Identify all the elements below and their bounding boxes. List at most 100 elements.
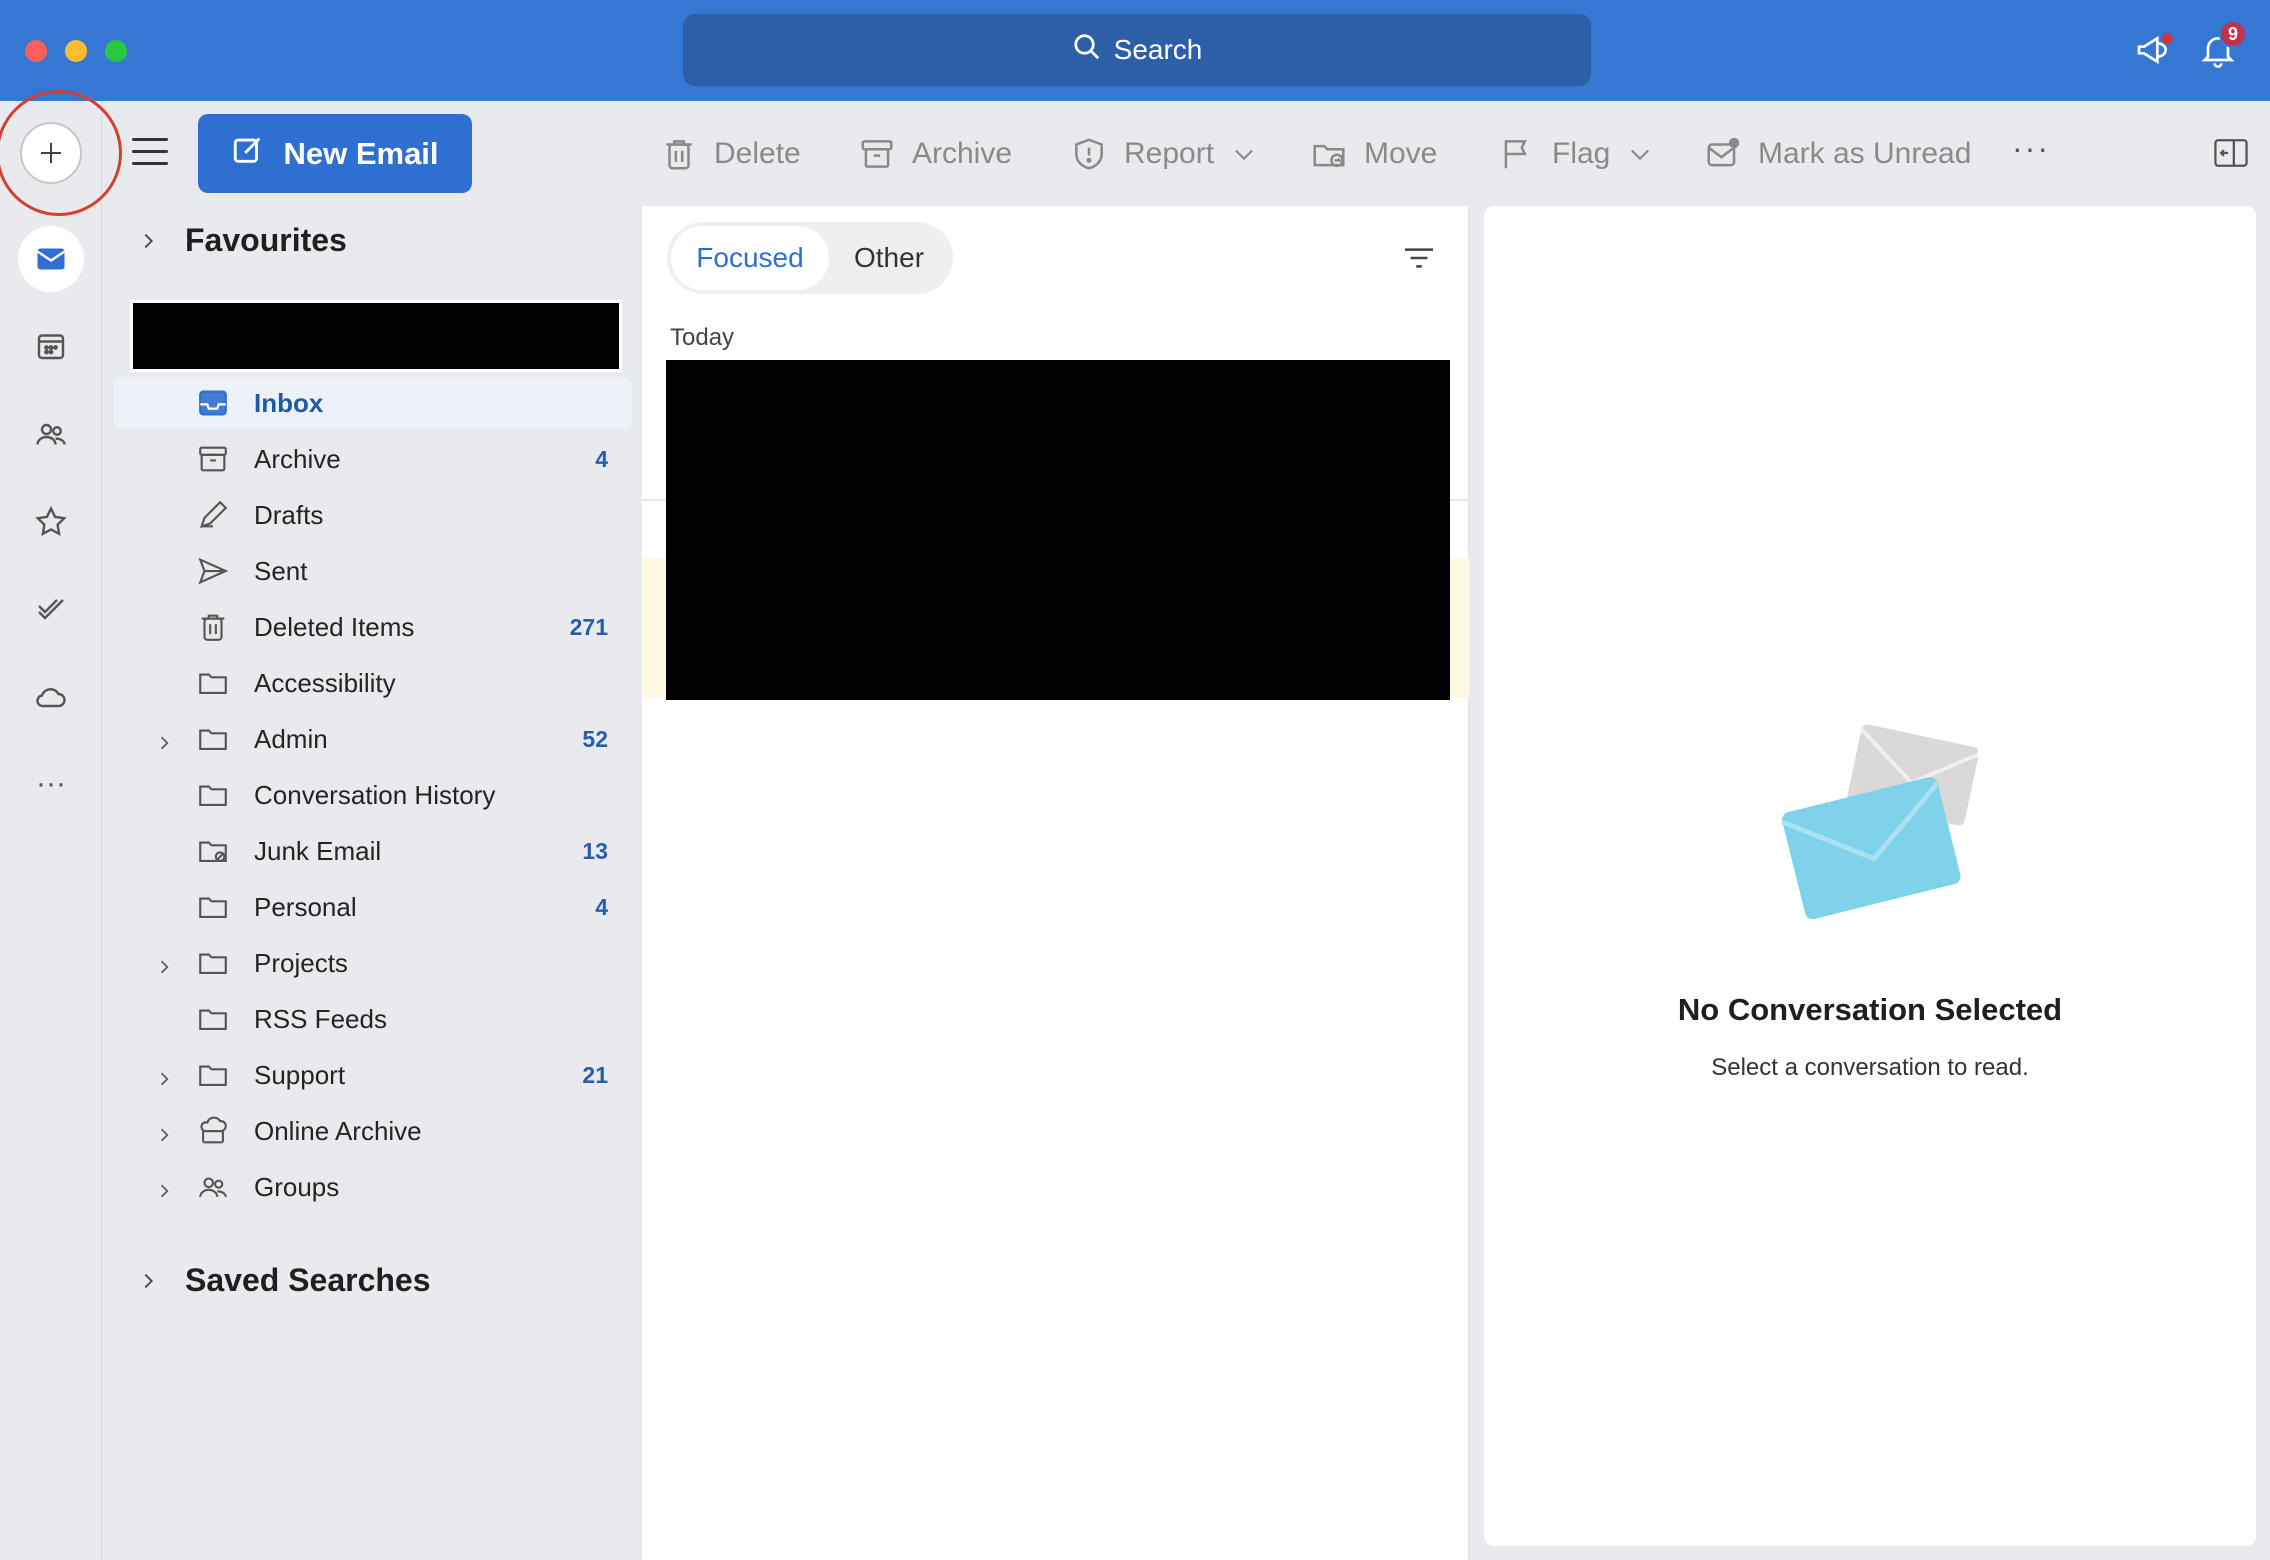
add-button[interactable] — [20, 122, 82, 184]
folder-item[interactable]: Deleted Items 271 — [114, 601, 632, 653]
unread-count: 21 — [582, 1061, 608, 1088]
tasks-icon[interactable] — [18, 576, 84, 642]
app-rail: ··· — [0, 90, 122, 1560]
unread-count: 13 — [582, 837, 608, 864]
people-icon[interactable] — [18, 401, 84, 467]
saved-searches-label: Saved Searches — [185, 1262, 431, 1298]
search-box[interactable]: Search — [683, 14, 1591, 86]
message-list: Focused Other Today — [642, 206, 1469, 1560]
folder-name: Accessibility — [254, 667, 396, 698]
folder-name: Archive — [254, 443, 341, 474]
report-button[interactable]: Report — [1070, 128, 1258, 180]
folder-item[interactable]: Drafts — [114, 489, 632, 541]
chevron-right-icon[interactable] — [154, 1121, 174, 1142]
archive-icon — [861, 140, 893, 168]
compose-icon — [231, 133, 265, 175]
folder-name: Inbox — [254, 387, 324, 418]
filter-icon[interactable] — [1402, 244, 1436, 272]
chevron-down-icon — [1631, 149, 1650, 161]
calendar-icon[interactable] — [18, 313, 84, 379]
favourites-header[interactable]: Favourites — [137, 222, 347, 259]
send-icon — [196, 554, 230, 588]
folder-item[interactable]: RSS Feeds — [114, 993, 632, 1045]
archive-button[interactable]: Archive — [858, 128, 1012, 180]
folder-name: Support — [254, 1059, 346, 1090]
folder-name: RSS Feeds — [254, 1003, 387, 1034]
folder-icon — [196, 722, 230, 756]
delete-button[interactable]: Delete — [660, 128, 801, 180]
inbox-icon — [196, 386, 230, 420]
hamburger-menu-icon[interactable] — [132, 138, 168, 168]
archive-icon — [196, 442, 230, 476]
folder-icon — [196, 890, 230, 924]
chevron-down-icon — [1235, 149, 1253, 161]
flag-button[interactable]: Flag — [1498, 128, 1654, 180]
redacted-message-list-item[interactable] — [666, 360, 1450, 700]
date-group-header: Today — [670, 324, 735, 351]
junk-folder-icon — [196, 834, 230, 868]
mail-icon[interactable] — [18, 226, 84, 292]
folder-name: Deleted Items — [254, 611, 415, 642]
saved-searches-header[interactable]: Saved Searches — [137, 1262, 431, 1299]
reading-pane: No Conversation Selected Select a conver… — [1484, 206, 2256, 1546]
star-icon[interactable] — [18, 489, 84, 555]
chevron-right-icon — [144, 1273, 153, 1288]
folder-item[interactable]: Groups — [114, 1161, 632, 1213]
move-folder-icon — [1313, 144, 1345, 168]
chevron-right-icon — [144, 233, 153, 248]
folder-name: Projects — [254, 947, 348, 978]
more-options-button[interactable]: ··· — [2012, 130, 2050, 167]
new-email-button[interactable]: New Email — [198, 114, 472, 193]
folder-item[interactable]: Projects — [114, 937, 632, 989]
folder-name: Conversation History — [254, 779, 496, 810]
trash-icon — [666, 140, 692, 170]
folder-item[interactable]: Support 21 — [114, 1049, 632, 1101]
move-label: Move — [1364, 137, 1438, 170]
folder-item[interactable]: Conversation History — [114, 769, 632, 821]
online-archive-icon — [196, 1114, 230, 1148]
favourites-label: Favourites — [185, 222, 347, 258]
new-email-label: New Email — [283, 135, 439, 171]
account-name-redacted[interactable] — [130, 300, 622, 372]
more-apps-icon[interactable]: ··· — [18, 751, 84, 817]
search-label: Search — [1113, 34, 1203, 65]
folder-item[interactable]: Junk Email 13 — [114, 825, 632, 877]
chevron-right-icon[interactable] — [154, 953, 174, 974]
inbox-tabs: Focused Other — [667, 222, 953, 294]
chevron-right-icon[interactable] — [154, 729, 174, 750]
folder-icon — [196, 1058, 230, 1092]
folder-item[interactable]: Archive 4 — [114, 433, 632, 485]
folder-item[interactable]: Accessibility — [114, 657, 632, 709]
flag-icon — [1504, 140, 1527, 169]
folder-name: Sent — [254, 555, 308, 586]
folder-name: Personal — [254, 891, 357, 922]
unread-mail-icon — [1707, 137, 1740, 167]
unread-count: 271 — [569, 613, 608, 640]
cloud-icon[interactable] — [18, 664, 84, 730]
mark-unread-label: Mark as Unread — [1758, 137, 1972, 170]
megaphone-alert-dot — [2162, 33, 2173, 44]
groups-icon — [196, 1170, 230, 1204]
unread-count: 52 — [582, 725, 608, 752]
folder-item[interactable]: Online Archive — [114, 1105, 632, 1157]
mark-unread-button[interactable]: Mark as Unread — [1704, 128, 1971, 180]
folder-icon — [196, 1002, 230, 1036]
chevron-right-icon[interactable] — [154, 1065, 174, 1086]
title-bar: Search 9 — [0, 0, 2270, 101]
archive-label: Archive — [912, 137, 1013, 170]
folder-item[interactable]: Inbox — [114, 377, 632, 429]
flag-label: Flag — [1552, 137, 1611, 170]
close-window-button[interactable] — [25, 40, 47, 62]
reading-pane-toggle-icon[interactable] — [2214, 138, 2248, 168]
move-button[interactable]: Move — [1310, 128, 1437, 180]
folder-pane: Favourites Inbox Archive 4 Drafts Sent Delete… — [102, 205, 642, 1560]
folder-item[interactable]: Sent — [114, 545, 632, 597]
report-label: Report — [1124, 137, 1215, 170]
chevron-right-icon[interactable] — [154, 1177, 174, 1198]
tab-focused[interactable]: Focused — [671, 226, 829, 290]
tab-other[interactable]: Other — [829, 226, 949, 290]
folder-item[interactable]: Personal 4 — [114, 881, 632, 933]
folder-item[interactable]: Admin 52 — [114, 713, 632, 765]
zoom-window-button[interactable] — [105, 40, 127, 62]
minimize-window-button[interactable] — [65, 40, 87, 62]
